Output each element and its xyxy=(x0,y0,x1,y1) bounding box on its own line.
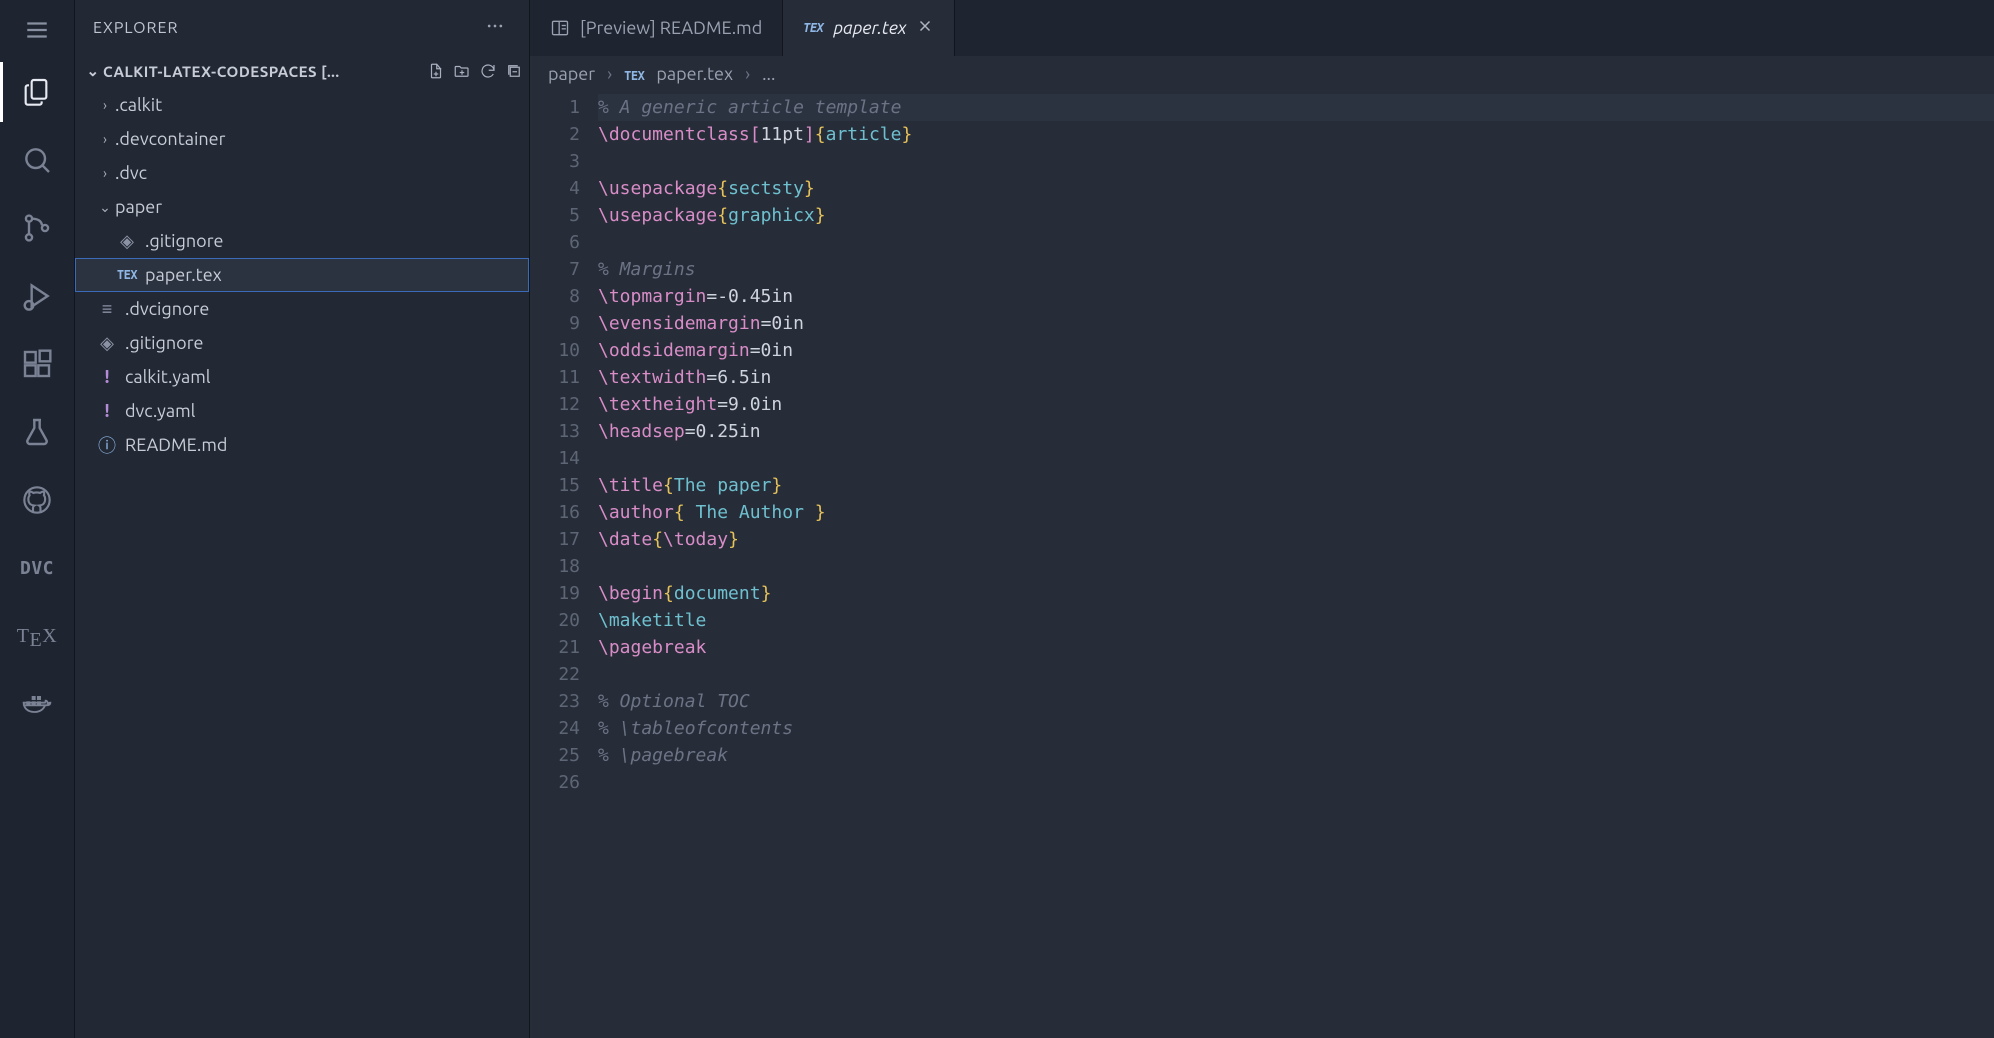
new-folder-icon[interactable] xyxy=(453,62,471,80)
code-content[interactable]: % A generic article template\documentcla… xyxy=(598,92,1994,1038)
explorer-title: EXPLORER xyxy=(93,19,178,37)
activity-tex[interactable]: TEX xyxy=(0,606,75,666)
tree-file-dvc-yaml[interactable]: ! dvc.yaml xyxy=(75,394,529,428)
tex-file-icon: TEX xyxy=(803,21,823,35)
activity-dvc[interactable]: DVC xyxy=(0,538,75,598)
git-icon: ◈ xyxy=(95,333,119,354)
new-file-icon[interactable] xyxy=(427,62,445,80)
tree-label: .calkit xyxy=(115,95,162,115)
tree-file-paper-tex[interactable]: TEX paper.tex xyxy=(75,258,529,292)
chevron-down-icon: ⌄ xyxy=(83,62,103,80)
line-number-gutter: 1234567891011121314151617181920212223242… xyxy=(530,92,598,1038)
code-editor[interactable]: 1234567891011121314151617181920212223242… xyxy=(530,92,1994,1038)
chevron-right-icon: › xyxy=(95,131,115,147)
tree-label: .dvcignore xyxy=(125,299,209,319)
activity-testing[interactable] xyxy=(0,402,75,462)
tree-label: dvc.yaml xyxy=(125,401,195,421)
refresh-icon[interactable] xyxy=(479,62,497,80)
explorer-section-header[interactable]: ⌄ CALKIT-LATEX-CODESPACES [... xyxy=(75,56,529,86)
tree-file-calkit-yaml[interactable]: ! calkit.yaml xyxy=(75,360,529,394)
collapse-all-icon[interactable] xyxy=(505,62,523,80)
tree-label: .devcontainer xyxy=(115,129,225,149)
breadcrumb-more[interactable]: ... xyxy=(762,64,775,84)
chevron-down-icon: ⌄ xyxy=(95,199,115,216)
tree-label: README.md xyxy=(125,435,227,455)
tree-folder-calkit[interactable]: › .calkit xyxy=(75,88,529,122)
tree-folder-paper[interactable]: ⌄ paper xyxy=(75,190,529,224)
tree-folder-devcontainer[interactable]: › .devcontainer xyxy=(75,122,529,156)
yaml-icon: ! xyxy=(95,367,119,387)
file-tree: › .calkit › .devcontainer › .dvc ⌄ paper… xyxy=(75,86,529,462)
activity-source-control[interactable] xyxy=(0,198,75,258)
tree-label: calkit.yaml xyxy=(125,367,211,387)
tab-paper-tex[interactable]: TEX paper.tex xyxy=(783,0,955,56)
yaml-icon: ! xyxy=(95,401,119,421)
breadcrumbs[interactable]: paper › TEX paper.tex › ... xyxy=(530,56,1994,92)
repo-name-label: CALKIT-LATEX-CODESPACES [... xyxy=(103,63,427,80)
activity-bar: DVC TEX xyxy=(0,0,75,1038)
explorer-sidebar: EXPLORER ⌄ CALKIT-LATEX-CODESPACES [... … xyxy=(75,0,530,1038)
tex-file-icon: TEX xyxy=(115,268,139,282)
tab-bar: [Preview] README.md TEX paper.tex xyxy=(530,0,1994,56)
tree-file-readme[interactable]: ⓘ README.md xyxy=(75,428,529,462)
tree-label: .gitignore xyxy=(145,231,223,251)
activity-run-debug[interactable] xyxy=(0,266,75,326)
close-icon[interactable] xyxy=(916,17,934,39)
tree-folder-dvc[interactable]: › .dvc xyxy=(75,156,529,190)
tab-label: [Preview] README.md xyxy=(580,18,762,38)
chevron-right-icon: › xyxy=(95,165,115,181)
tree-file-gitignore-outer[interactable]: ◈ .gitignore xyxy=(75,326,529,360)
tree-label: paper xyxy=(115,197,162,217)
breadcrumb-folder[interactable]: paper xyxy=(548,64,595,84)
chevron-right-icon: › xyxy=(607,64,612,84)
chevron-right-icon: › xyxy=(95,97,115,113)
tab-label: paper.tex xyxy=(833,18,906,38)
breadcrumb-file[interactable]: paper.tex xyxy=(656,64,733,84)
activity-extensions[interactable] xyxy=(0,334,75,394)
tree-label: .dvc xyxy=(115,163,147,183)
activity-explorer[interactable] xyxy=(0,62,75,122)
tab-preview-readme[interactable]: [Preview] README.md xyxy=(530,0,783,56)
explorer-more-icon[interactable] xyxy=(479,10,511,46)
menu-button[interactable] xyxy=(0,6,75,54)
preview-icon xyxy=(550,18,570,38)
git-icon: ◈ xyxy=(115,231,139,252)
tree-label: paper.tex xyxy=(145,265,222,285)
activity-github[interactable] xyxy=(0,470,75,530)
tree-file-gitignore-inner[interactable]: ◈ .gitignore xyxy=(75,224,529,258)
chevron-right-icon: › xyxy=(745,64,750,84)
activity-docker[interactable] xyxy=(0,674,75,734)
tree-file-dvcignore[interactable]: ≡ .dvcignore xyxy=(75,292,529,326)
tree-label: .gitignore xyxy=(125,333,203,353)
list-icon: ≡ xyxy=(95,299,119,320)
tex-file-icon: TEX xyxy=(624,64,644,84)
activity-search[interactable] xyxy=(0,130,75,190)
info-icon: ⓘ xyxy=(95,432,119,458)
editor-group: [Preview] README.md TEX paper.tex paper … xyxy=(530,0,1994,1038)
